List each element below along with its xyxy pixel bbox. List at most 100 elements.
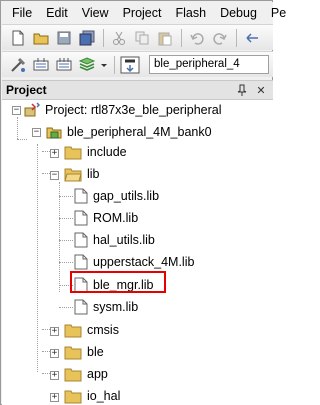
project-icon bbox=[24, 102, 40, 117]
translate-button[interactable] bbox=[8, 55, 28, 75]
target-label: ble_peripheral_4M_bank0 bbox=[67, 125, 212, 139]
tree-line bbox=[59, 182, 60, 292]
app-expand-toggle[interactable]: + bbox=[50, 371, 59, 380]
rebuild-button[interactable] bbox=[54, 55, 74, 75]
build-toolbar: ble_peripheral_4 bbox=[2, 51, 273, 77]
file-hal-utils-lib[interactable]: hal_utils.lib bbox=[74, 231, 155, 249]
cut-icon bbox=[113, 31, 125, 45]
build-icon bbox=[33, 57, 49, 70]
file-label: upperstack_4M.lib bbox=[93, 255, 195, 269]
file-rom-lib[interactable]: ROM.lib bbox=[74, 209, 138, 227]
project-panel-header: Project ✕ bbox=[2, 80, 273, 100]
menu-peripherals[interactable]: Pe bbox=[264, 2, 293, 24]
ble-expand-toggle[interactable]: + bbox=[50, 349, 59, 358]
toolbar-separator bbox=[103, 28, 104, 47]
new-file-icon bbox=[12, 30, 24, 45]
toolbar-separator bbox=[181, 28, 182, 47]
group-cmsis[interactable]: cmsis bbox=[64, 321, 119, 339]
group-io-hal[interactable]: io_hal bbox=[64, 387, 120, 405]
file-gap-utils-lib[interactable]: gap_utils.lib bbox=[74, 187, 159, 205]
file-icon bbox=[74, 299, 88, 315]
menu-edit[interactable]: Edit bbox=[39, 2, 75, 24]
menu-project[interactable]: Project bbox=[116, 2, 169, 24]
tree-line bbox=[17, 139, 27, 140]
menu-debug[interactable]: Debug bbox=[213, 2, 264, 24]
cut-button[interactable] bbox=[109, 28, 129, 48]
project-label: Project: rtl87x3e_ble_peripheral bbox=[45, 103, 222, 117]
pin-icon[interactable] bbox=[235, 83, 249, 97]
tree-line bbox=[42, 173, 50, 174]
file-label: ROM.lib bbox=[93, 211, 139, 225]
cmsis-expand-toggle[interactable]: + bbox=[50, 327, 59, 336]
undo-icon bbox=[190, 32, 204, 45]
toolbar-separator bbox=[114, 55, 115, 74]
group-label: io_hal bbox=[87, 389, 121, 403]
tree-line bbox=[42, 151, 50, 152]
tree-line bbox=[42, 351, 50, 352]
group-lib[interactable]: lib bbox=[64, 165, 100, 183]
target-collapse-toggle[interactable]: − bbox=[32, 128, 41, 137]
translate-icon bbox=[11, 57, 26, 72]
rebuild-icon bbox=[56, 57, 72, 70]
build-button[interactable] bbox=[31, 55, 51, 75]
group-ble[interactable]: ble bbox=[64, 343, 104, 361]
file-icon bbox=[74, 210, 88, 226]
file-upperstack-lib[interactable]: upperstack_4M.lib bbox=[74, 253, 194, 271]
menu-bar: File Edit View Project Flash Debug Pe bbox=[2, 2, 286, 24]
tree-line bbox=[59, 196, 73, 197]
group-app[interactable]: app bbox=[64, 365, 108, 383]
save-icon bbox=[57, 31, 71, 44]
file-sysm-lib[interactable]: sysm.lib bbox=[74, 298, 138, 316]
tree-line bbox=[42, 373, 50, 374]
menu-flash[interactable]: Flash bbox=[168, 2, 213, 24]
save-all-button[interactable] bbox=[77, 28, 97, 48]
open-file-button[interactable] bbox=[31, 28, 51, 48]
group-label: ble bbox=[87, 345, 104, 359]
load-icon bbox=[120, 56, 140, 73]
io-hal-expand-toggle[interactable]: + bbox=[50, 393, 59, 402]
paste-icon bbox=[158, 32, 172, 45]
folder-icon bbox=[64, 324, 82, 338]
undo-button[interactable] bbox=[187, 28, 207, 48]
toolbar-separator bbox=[236, 28, 237, 47]
new-file-button[interactable] bbox=[8, 28, 28, 48]
target-node[interactable]: ble_peripheral_4M_bank0 bbox=[46, 123, 212, 141]
paste-button[interactable] bbox=[155, 28, 175, 48]
tree-line bbox=[17, 117, 18, 139]
project-collapse-toggle[interactable]: − bbox=[12, 106, 21, 115]
file-label: hal_utils.lib bbox=[93, 233, 155, 247]
folder-icon bbox=[64, 368, 82, 382]
navigate-back-button[interactable] bbox=[242, 28, 262, 48]
group-label: include bbox=[87, 145, 127, 159]
project-root-node[interactable]: Project: rtl87x3e_ble_peripheral bbox=[24, 101, 222, 119]
tree-line bbox=[59, 240, 73, 241]
file-icon bbox=[74, 232, 88, 248]
file-toolbar bbox=[2, 24, 273, 50]
copy-icon bbox=[135, 31, 149, 44]
menu-file[interactable]: File bbox=[2, 2, 39, 24]
save-all-icon bbox=[79, 30, 95, 45]
folder-icon bbox=[64, 146, 82, 160]
folder-icon bbox=[64, 390, 82, 404]
copy-button[interactable] bbox=[132, 28, 152, 48]
panel-title: Project bbox=[6, 83, 47, 97]
file-icon bbox=[74, 254, 88, 270]
file-label: sysm.lib bbox=[93, 300, 139, 314]
redo-icon bbox=[213, 32, 227, 45]
menu-view[interactable]: View bbox=[75, 2, 116, 24]
batch-build-dropdown[interactable] bbox=[100, 55, 108, 75]
download-button[interactable] bbox=[120, 55, 140, 75]
pin-glyph bbox=[237, 84, 247, 96]
include-expand-toggle[interactable]: + bbox=[50, 149, 59, 158]
tree-line bbox=[59, 307, 73, 308]
lib-collapse-toggle[interactable]: − bbox=[50, 171, 59, 180]
target-select[interactable]: ble_peripheral_4 bbox=[149, 55, 269, 74]
project-tree: − Project: rtl87x3e_ble_peripheral − ble… bbox=[2, 100, 273, 405]
save-button[interactable] bbox=[54, 28, 74, 48]
folder-icon bbox=[64, 346, 82, 360]
redo-button[interactable] bbox=[210, 28, 230, 48]
close-icon[interactable]: ✕ bbox=[254, 83, 268, 97]
highlight-box bbox=[70, 271, 166, 293]
batch-build-button[interactable] bbox=[77, 55, 97, 75]
group-include[interactable]: include bbox=[64, 143, 127, 161]
